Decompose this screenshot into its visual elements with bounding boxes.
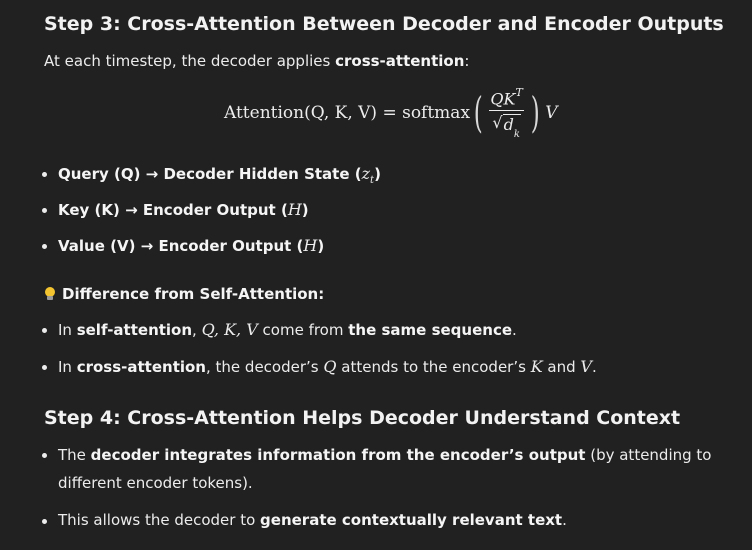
sqrt-icon: √: [492, 113, 503, 133]
formula-right-paren: ): [530, 87, 540, 137]
lightbulb-icon: [44, 287, 56, 301]
step4-item-integrates: The decoder integrates information from …: [42, 441, 723, 497]
difference-title: Difference from Self-Attention:: [62, 285, 325, 303]
step4-heading: Step 4: Cross-Attention Helps Decoder Un…: [44, 407, 681, 429]
step3-heading: Step 3: Cross-Attention Between Decoder …: [44, 13, 724, 35]
formula-denominator: d: [503, 115, 514, 135]
formula-numerator-sup: T: [515, 86, 523, 99]
formula-left-paren: (: [473, 87, 483, 137]
formula-denominator-sub: k: [513, 128, 520, 140]
mapping-item-key: Key (K) → Encoder Output (H): [42, 200, 309, 219]
attention-formula: Attention(Q, K, V) = softmax ( QKT √ dk …: [224, 86, 558, 140]
mapping-item-query: Query (Q) → Decoder Hidden State (zt): [42, 164, 381, 186]
difference-title-row: Difference from Self-Attention:: [44, 285, 324, 303]
formula-fraction: QKT √ dk: [487, 86, 525, 140]
step3-intro: At each timestep, the decoder applies cr…: [44, 52, 470, 70]
difference-item-cross: In cross-attention, the decoder’s Q atte…: [42, 357, 597, 376]
formula-numerator: QK: [490, 89, 516, 109]
step4-item-generate: This allows the decoder to generate cont…: [42, 511, 567, 529]
formula-lhs: Attention(Q, K, V) = softmax: [224, 102, 471, 123]
mapping-item-value: Value (V) → Encoder Output (H): [41, 236, 325, 255]
difference-item-self: In self-attention, Q, K, V come from the…: [42, 320, 517, 339]
formula-rhs: V: [545, 102, 558, 123]
